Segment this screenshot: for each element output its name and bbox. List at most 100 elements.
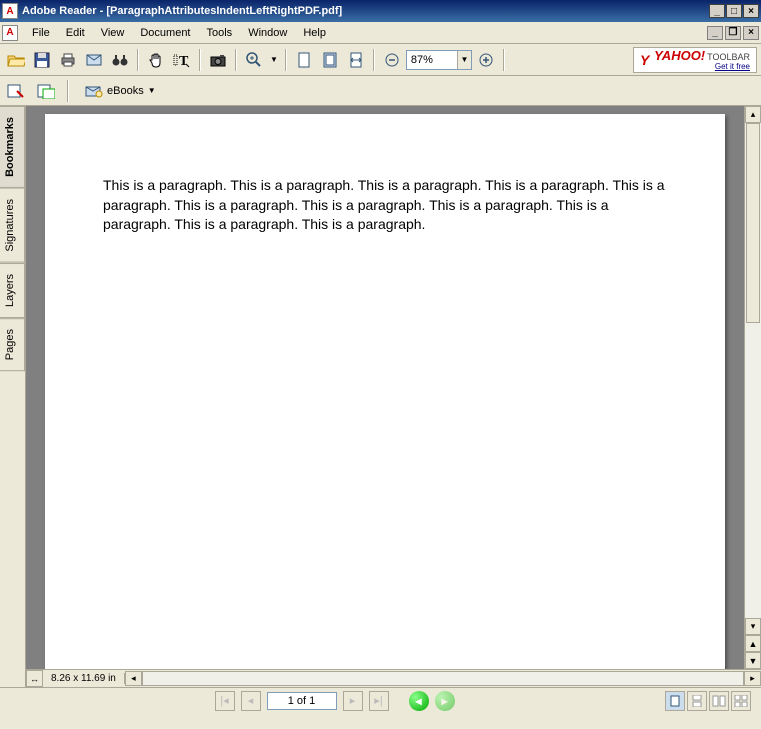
ebooks-label: eBooks xyxy=(107,85,144,97)
zoom-input[interactable] xyxy=(407,54,457,66)
prev-page-button[interactable]: ◂ xyxy=(241,691,261,711)
last-page-button[interactable]: ▸| xyxy=(369,691,389,711)
continuous-button[interactable] xyxy=(687,691,707,711)
single-page-button[interactable] xyxy=(665,691,685,711)
ebooks-button[interactable]: eBooks ▼ xyxy=(78,81,163,101)
zoom-dropdown-arrow[interactable]: ▼ xyxy=(268,55,280,64)
yahoo-y-icon: Y xyxy=(640,53,654,67)
zoom-dropdown[interactable]: ▼ xyxy=(457,51,471,69)
yahoo-brand: YAHOO! xyxy=(654,48,705,63)
separator xyxy=(137,49,139,71)
doc-icon: A xyxy=(2,25,18,41)
menu-document[interactable]: Document xyxy=(132,25,198,41)
doc-restore-button[interactable]: ❐ xyxy=(725,26,741,40)
scroll-up-button[interactable]: ▴ xyxy=(745,106,761,123)
save-button[interactable] xyxy=(30,48,54,72)
svg-text:Y: Y xyxy=(640,53,651,67)
continuous-icon xyxy=(692,695,702,707)
menu-view[interactable]: View xyxy=(93,25,133,41)
ebooks-icon xyxy=(85,84,103,98)
separator xyxy=(285,49,287,71)
vertical-scrollbar[interactable]: ▴ ▾ ▲ ▼ xyxy=(744,106,761,669)
snapshot-button[interactable] xyxy=(206,48,230,72)
email-button[interactable] xyxy=(82,48,106,72)
tab-layers[interactable]: Layers xyxy=(0,263,25,318)
menu-edit[interactable]: Edit xyxy=(58,25,93,41)
navigation-pane: Bookmarks Signatures Layers Pages xyxy=(0,106,26,687)
minus-icon xyxy=(385,53,399,67)
binoculars-icon xyxy=(112,53,128,67)
yahoo-toolbar-label: TOOLBAR xyxy=(707,52,750,62)
h-scroll-track[interactable] xyxy=(142,671,744,686)
titlebar: A Adobe Reader - [ParagraphAttributesInd… xyxy=(0,0,761,22)
next-page-button[interactable]: ▸ xyxy=(343,691,363,711)
menubar: A File Edit View Document Tools Window H… xyxy=(0,22,761,44)
page-layout-buttons xyxy=(665,691,751,711)
tab-pages[interactable]: Pages xyxy=(0,318,25,371)
actual-size-button[interactable] xyxy=(292,48,316,72)
scroll-down-button[interactable]: ▾ xyxy=(745,618,761,635)
scroll-track[interactable] xyxy=(745,123,761,618)
hand-tool-button[interactable] xyxy=(144,48,168,72)
document-scroll: This is a paragraph. This is a paragraph… xyxy=(26,106,761,669)
zoom-in-button[interactable] xyxy=(242,48,266,72)
page-nav-bar: |◂ ◂ ▸ ▸| ◂ ▸ xyxy=(0,687,761,713)
separator xyxy=(199,49,201,71)
review-expand-button[interactable] xyxy=(34,79,58,103)
main-toolbar: T ▼ ▼ Y YAHOO!TOOLBAR Get it free xyxy=(0,44,761,76)
prev-view-button[interactable]: ◂ xyxy=(409,691,429,711)
doc-minimize-button[interactable]: _ xyxy=(707,26,723,40)
zoom-combo[interactable]: ▼ xyxy=(406,50,472,70)
separator xyxy=(503,49,505,71)
select-text-button[interactable]: T xyxy=(170,48,194,72)
next-view-button[interactable]: ▸ xyxy=(435,691,455,711)
pane-size-button[interactable]: ↔ xyxy=(26,670,43,687)
app-icon: A xyxy=(2,3,18,19)
workspace: Bookmarks Signatures Layers Pages This i… xyxy=(0,106,761,687)
continuous-facing-button[interactable] xyxy=(731,691,751,711)
tab-bookmarks[interactable]: Bookmarks xyxy=(0,106,25,188)
menu-window[interactable]: Window xyxy=(240,25,295,41)
fit-page-button[interactable] xyxy=(318,48,342,72)
review-button[interactable] xyxy=(4,79,28,103)
search-button[interactable] xyxy=(108,48,132,72)
close-button[interactable]: × xyxy=(743,4,759,18)
pdf-page: This is a paragraph. This is a paragraph… xyxy=(45,114,725,669)
document-statusbar: ↔ 8.26 x 11.69 in ◂ ▸ xyxy=(26,669,761,687)
first-page-button[interactable]: |◂ xyxy=(215,691,235,711)
print-button[interactable] xyxy=(56,48,80,72)
yahoo-toolbar-button[interactable]: Y YAHOO!TOOLBAR Get it free xyxy=(633,47,757,73)
facing-button[interactable] xyxy=(709,691,729,711)
window-title: Adobe Reader - [ParagraphAttributesInden… xyxy=(22,5,709,17)
menu-file[interactable]: File xyxy=(24,25,58,41)
maximize-button[interactable]: □ xyxy=(726,4,742,18)
scroll-thumb[interactable] xyxy=(746,123,760,323)
menu-help[interactable]: Help xyxy=(295,25,334,41)
page-container[interactable]: This is a paragraph. This is a paragraph… xyxy=(26,106,744,669)
horizontal-scrollbar[interactable]: ◂ ▸ xyxy=(125,670,761,687)
chevron-down-icon: ▼ xyxy=(148,86,156,95)
zoom-plus-button[interactable] xyxy=(474,48,498,72)
folder-open-icon xyxy=(7,52,25,68)
page-dimensions: 8.26 x 11.69 in xyxy=(43,673,125,684)
window-controls: _ □ × xyxy=(709,4,759,18)
page-down-button[interactable]: ▼ xyxy=(745,652,761,669)
tab-signatures[interactable]: Signatures xyxy=(0,188,25,263)
zoom-out-button[interactable] xyxy=(380,48,404,72)
open-button[interactable] xyxy=(4,48,28,72)
fit-width-icon xyxy=(349,52,363,68)
hand-icon xyxy=(148,52,164,68)
scroll-left-button[interactable]: ◂ xyxy=(125,671,142,686)
review-expand-icon xyxy=(37,83,55,99)
scroll-right-button[interactable]: ▸ xyxy=(744,671,761,686)
fit-width-button[interactable] xyxy=(344,48,368,72)
doc-close-button[interactable]: × xyxy=(743,26,759,40)
minimize-button[interactable]: _ xyxy=(709,4,725,18)
single-page-icon xyxy=(670,695,680,707)
review-icon xyxy=(7,83,25,99)
continuous-facing-icon xyxy=(734,695,748,707)
page-number-input[interactable] xyxy=(267,692,337,710)
page-actual-icon xyxy=(297,52,311,68)
menu-tools[interactable]: Tools xyxy=(199,25,241,41)
page-up-button[interactable]: ▲ xyxy=(745,635,761,652)
